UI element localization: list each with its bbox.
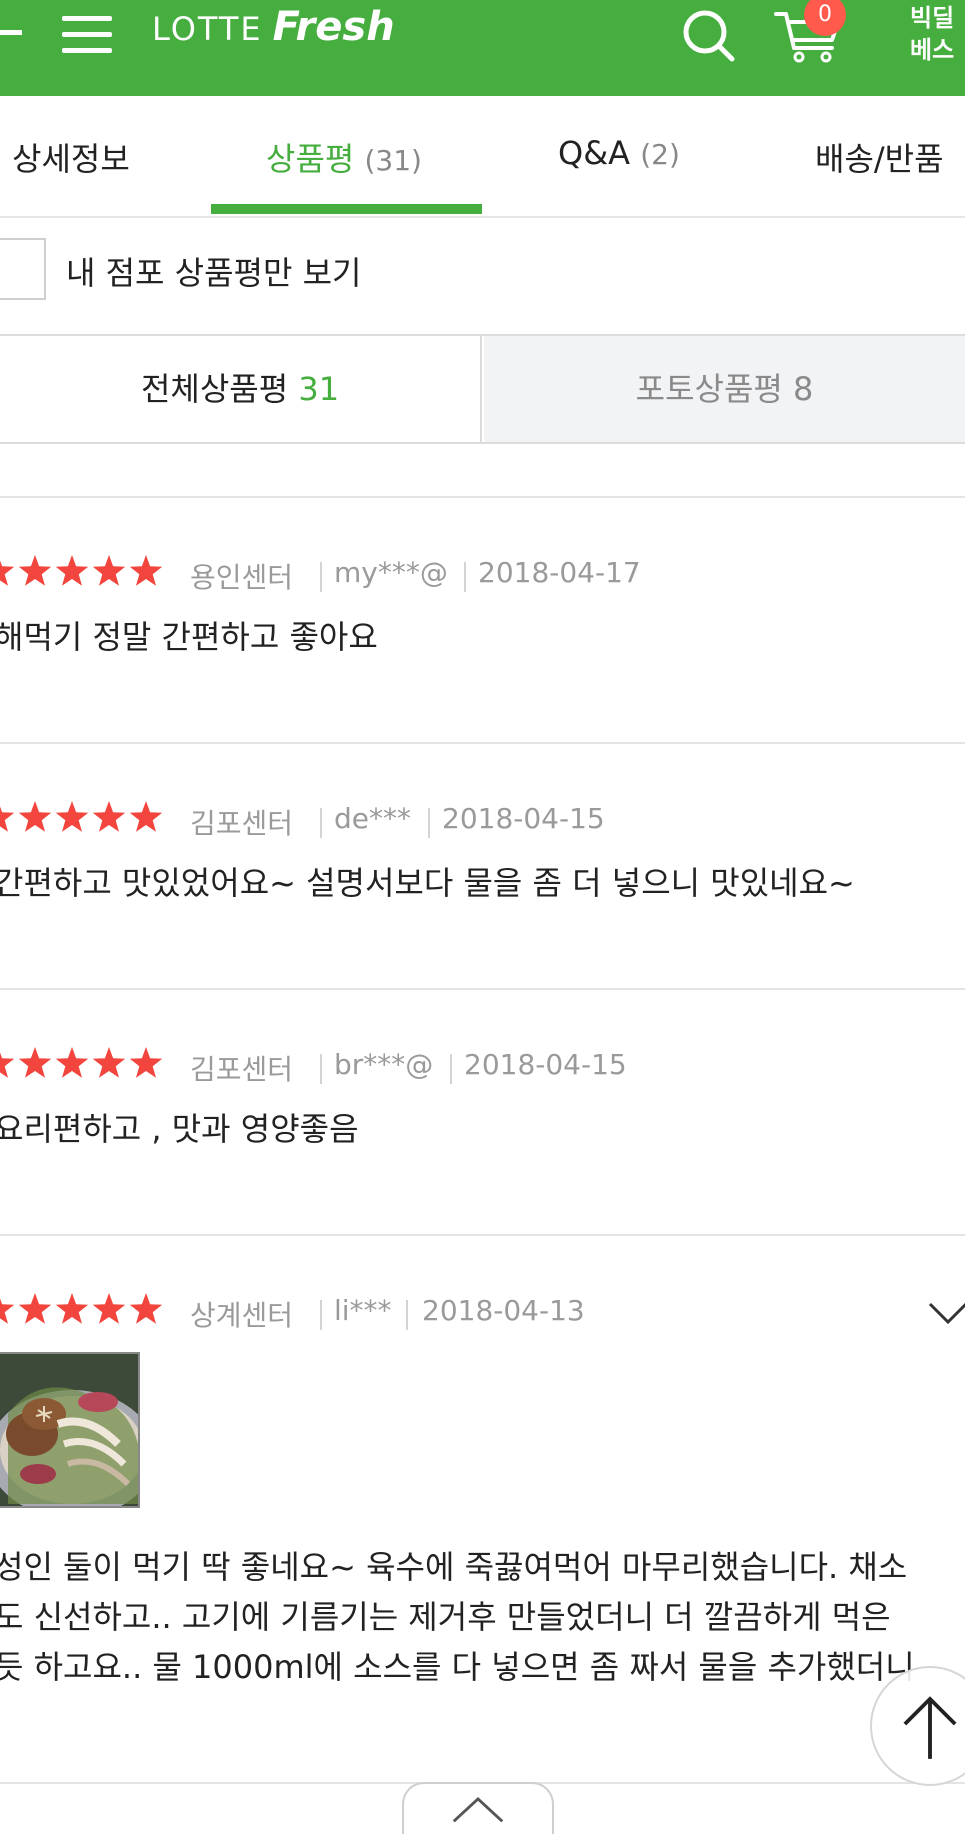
back-arrow-icon[interactable] xyxy=(0,30,22,36)
star-icon xyxy=(92,555,126,586)
tab-label: 배송/반품 xyxy=(815,140,944,178)
meta-separator xyxy=(320,808,322,838)
divider xyxy=(0,742,965,744)
review-text-line: 도 신선하고.. 고기에 기름기는 제거후 만들었더니 더 깔끔하게 먹은 xyxy=(0,1598,891,1636)
tab-label: 상세정보 xyxy=(12,140,130,178)
review-date: 2018-04-15 xyxy=(464,1048,627,1081)
star-icon xyxy=(92,1047,126,1078)
star-rating-icon xyxy=(0,555,163,586)
tab-label: 상품평 xyxy=(266,140,355,178)
review-text-line: 듯 하고요.. 물 1000ml에 소스를 다 넣으면 좀 짜서 물을 추가했더… xyxy=(0,1648,915,1686)
star-icon xyxy=(18,1293,52,1324)
app-header: LOTTE Fresh 0 빅딜 베스 xyxy=(0,0,965,96)
logo-lotte-text: LOTTE xyxy=(152,10,263,48)
review-type-tabs: 전체상품평 31 포토상품평 8 xyxy=(0,334,965,444)
meta-separator xyxy=(320,1300,322,1330)
divider xyxy=(0,988,965,990)
meta-separator xyxy=(320,1054,322,1084)
review-date: 2018-04-13 xyxy=(422,1294,585,1327)
star-icon xyxy=(55,1047,89,1078)
arrow-up-icon xyxy=(903,1696,957,1759)
logo-fresh-text: Fresh xyxy=(272,4,395,50)
collapse-handle-button[interactable] xyxy=(402,1782,554,1834)
star-icon xyxy=(0,1298,15,1324)
star-icon xyxy=(55,555,89,586)
tab-reviews[interactable]: 상품평 (31) xyxy=(266,134,422,180)
meta-separator xyxy=(428,808,430,838)
tab-qna[interactable]: Q&A (2) xyxy=(558,134,680,172)
active-tab-indicator xyxy=(211,204,482,214)
review-user: my***@ xyxy=(334,556,448,589)
my-store-filter: 내 점포 상품평만 보기 xyxy=(0,218,965,334)
review-center: 용인센터 xyxy=(190,561,294,594)
tab-all-label: 전체상품평 xyxy=(140,370,289,408)
star-icon xyxy=(18,1047,52,1078)
bigdeal-best-link[interactable]: 빅딜 베스 xyxy=(910,2,954,66)
tab-count: (31) xyxy=(364,144,422,177)
review-photo-thumbnail[interactable] xyxy=(0,1352,140,1508)
tab-photo-label: 포토상품평 xyxy=(635,370,783,408)
star-icon xyxy=(92,1293,126,1324)
star-icon xyxy=(92,801,126,832)
star-rating-icon xyxy=(0,1293,163,1324)
lotte-fresh-logo[interactable]: LOTTE Fresh xyxy=(152,4,395,64)
tab-photo-count: 8 xyxy=(793,370,814,408)
review-center: 상계센터 xyxy=(190,1299,294,1332)
meta-separator xyxy=(406,1300,408,1330)
product-tabs: 상세정보 상품평 (31) Q&A (2) 배송/반품 xyxy=(0,96,965,218)
star-icon xyxy=(0,806,15,832)
tab-photo-reviews[interactable]: 포토상품평 8 xyxy=(484,336,965,442)
my-store-checkbox[interactable] xyxy=(0,238,46,300)
tab-label: Q&A xyxy=(558,134,631,172)
chevron-up-icon xyxy=(452,1797,504,1823)
star-icon xyxy=(18,555,52,586)
divider xyxy=(0,496,965,498)
chevron-down-icon[interactable] xyxy=(926,1298,965,1328)
star-rating-icon xyxy=(0,1047,163,1078)
review-text-line: 성인 둘이 먹기 딱 좋네요~ 육수에 죽끓여먹어 마무리했습니다. 채소 xyxy=(0,1548,908,1586)
tab-shipping-returns[interactable]: 배송/반품 xyxy=(815,134,944,180)
my-store-filter-label[interactable]: 내 점포 상품평만 보기 xyxy=(66,248,361,294)
star-icon xyxy=(129,801,163,832)
review-text: 간편하고 맛있었어요~ 설명서보다 물을 좀 더 넣으니 맛있네요~ xyxy=(0,864,855,902)
review-user: de*** xyxy=(334,802,411,835)
star-icon xyxy=(55,801,89,832)
divider xyxy=(0,1234,965,1236)
review-date: 2018-04-15 xyxy=(442,802,605,835)
review-user: br***@ xyxy=(334,1048,434,1081)
tab-all-count: 31 xyxy=(298,370,340,408)
review-text: 해먹기 정말 간편하고 좋아요 xyxy=(0,618,378,656)
star-rating-icon xyxy=(0,801,163,832)
review-text: 요리편하고 , 맛과 영양좋음 xyxy=(0,1110,359,1148)
review-center: 김포센터 xyxy=(190,1053,294,1086)
star-icon xyxy=(0,560,15,586)
search-icon[interactable] xyxy=(680,6,736,62)
review-center: 김포센터 xyxy=(190,807,294,840)
star-icon xyxy=(0,1052,15,1078)
review-user: li*** xyxy=(334,1294,392,1327)
meta-separator xyxy=(320,562,322,592)
star-icon xyxy=(129,555,163,586)
star-icon xyxy=(18,801,52,832)
food-photo-image xyxy=(0,1354,138,1506)
review-date: 2018-04-17 xyxy=(478,556,641,589)
tab-detail-info[interactable]: 상세정보 xyxy=(12,134,130,180)
star-icon xyxy=(55,1293,89,1324)
hamburger-menu-icon[interactable] xyxy=(60,12,114,56)
star-icon xyxy=(129,1047,163,1078)
tab-all-reviews[interactable]: 전체상품평 31 xyxy=(0,336,482,442)
star-icon xyxy=(129,1293,163,1324)
tab-count: (2) xyxy=(640,138,680,171)
meta-separator xyxy=(450,1054,452,1084)
meta-separator xyxy=(464,562,466,592)
scroll-to-top-button[interactable] xyxy=(870,1666,965,1786)
